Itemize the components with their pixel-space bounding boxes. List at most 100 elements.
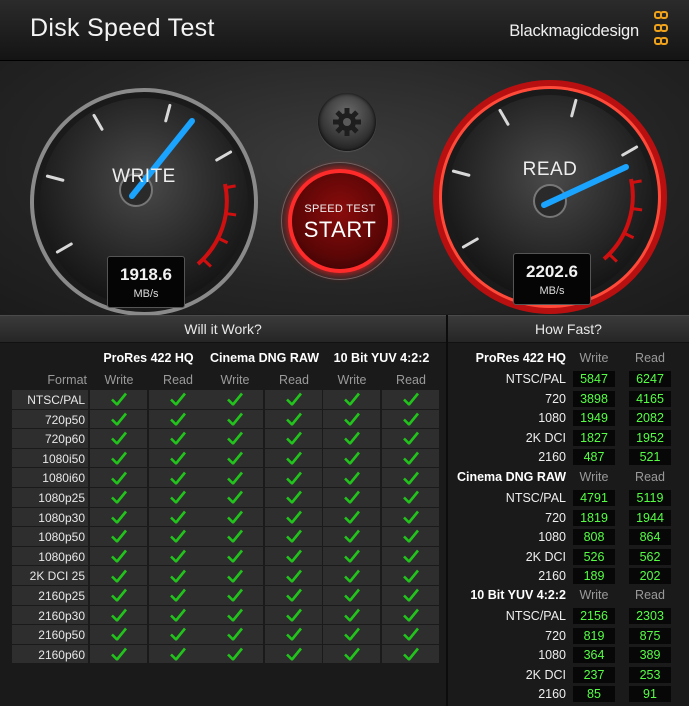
group-header: Cinema DNG RAW [209,351,320,365]
gear-icon [333,108,361,136]
how-fast-write-header: Write [579,588,609,602]
write-speed-value: 4791 [573,490,615,506]
check-cell [149,586,206,605]
check-cell [323,586,380,605]
check-cell [382,566,439,585]
check-cell [323,625,380,644]
write-speed-value: 237 [573,666,615,683]
checkmark-icon [402,588,419,602]
write-speed-value: 85 [573,686,615,703]
checkmark-icon [169,490,186,504]
check-cell [382,448,439,468]
how-fast-row-label: 1080 [538,530,566,545]
check-cell [90,527,147,546]
check-cell [265,605,322,625]
check-cell [382,625,439,644]
checkmark-icon [226,549,243,563]
checkmark-icon [110,510,127,524]
checkmark-icon [343,549,360,563]
checkmark-icon [402,490,419,504]
read-speed-value: 2303 [629,608,671,624]
write-speed-value: 1949 [573,410,615,427]
check-cell [90,468,147,487]
check-cell [265,488,322,507]
check-cell [265,448,322,468]
check-cell [90,488,147,507]
check-cell [206,429,263,448]
checkmark-icon [110,569,127,583]
check-cell [90,409,147,429]
checkmark-icon [285,647,302,661]
checkmark-icon [402,471,419,485]
checkmark-icon [402,628,419,641]
checkmark-icon [169,628,186,641]
check-cell [206,586,263,605]
checkmark-icon [110,628,127,641]
start-button[interactable]: SPEED TEST START [288,169,392,273]
check-cell [206,448,263,468]
read-speed-value: 202 [629,568,671,585]
settings-button[interactable] [318,93,376,151]
format-label: 720p60 [44,432,85,447]
check-cell [323,488,380,507]
checkmark-icon [226,392,243,406]
how-fast-row-label: NTSC/PAL [505,491,566,505]
format-label: 2K DCI 25 [29,569,85,584]
check-cell [206,507,263,527]
checkmark-icon [343,412,360,426]
check-cell [323,644,380,664]
check-cell [90,625,147,644]
read-speed-value: 4165 [629,390,671,407]
read-label: READ [522,159,578,180]
read-speed-value: 389 [629,647,671,664]
check-cell [90,507,147,527]
check-cell [90,644,147,664]
how-fast-read-header: Read [635,351,665,365]
checkmark-icon [343,432,360,445]
checkmark-icon [169,510,186,524]
check-cell [265,409,322,429]
checkmark-icon [402,432,419,445]
checkmark-icon [169,530,186,543]
check-cell [149,468,206,487]
checkmark-icon [402,608,419,622]
checkmark-icon [285,432,302,445]
checkmark-icon [343,490,360,504]
checkmark-icon [343,647,360,661]
how-fast-row-label: 2160 [538,450,566,465]
write-speed-value: 1827 [573,429,615,446]
checkmark-icon [343,471,360,485]
check-cell [382,488,439,507]
check-cell [149,507,206,527]
check-cell [206,644,263,664]
format-label: 2160p50 [38,628,85,643]
check-cell [149,390,206,409]
check-cell [265,566,322,585]
checkmark-icon [285,490,302,504]
read-speed-value: 6247 [629,371,671,387]
will-it-work-title: Will it Work? [0,315,446,343]
checkmark-icon [169,588,186,602]
checkmark-icon [402,549,419,563]
checkmark-icon [226,471,243,485]
format-label: 1080p50 [38,530,85,545]
column-header: Read [396,373,426,387]
checkmark-icon [110,392,127,406]
column-header: Read [279,373,309,387]
format-header: Format [47,373,87,387]
checkmark-icon [110,451,127,465]
checkmark-icon [169,471,186,485]
group-header: ProRes 422 HQ [103,351,194,365]
check-cell [323,507,380,527]
check-cell [382,644,439,664]
check-cell [265,644,322,664]
check-cell [323,546,380,566]
check-cell [206,527,263,546]
write-speed-value: 3898 [573,390,615,407]
checkmark-icon [402,392,419,406]
how-fast-row-label: 2K DCI [525,549,566,564]
checkmark-icon [402,412,419,426]
format-label: 2160p25 [38,589,85,603]
checkmark-icon [226,510,243,524]
write-gauge: WRITE 1918.6 MB/s [28,86,260,318]
